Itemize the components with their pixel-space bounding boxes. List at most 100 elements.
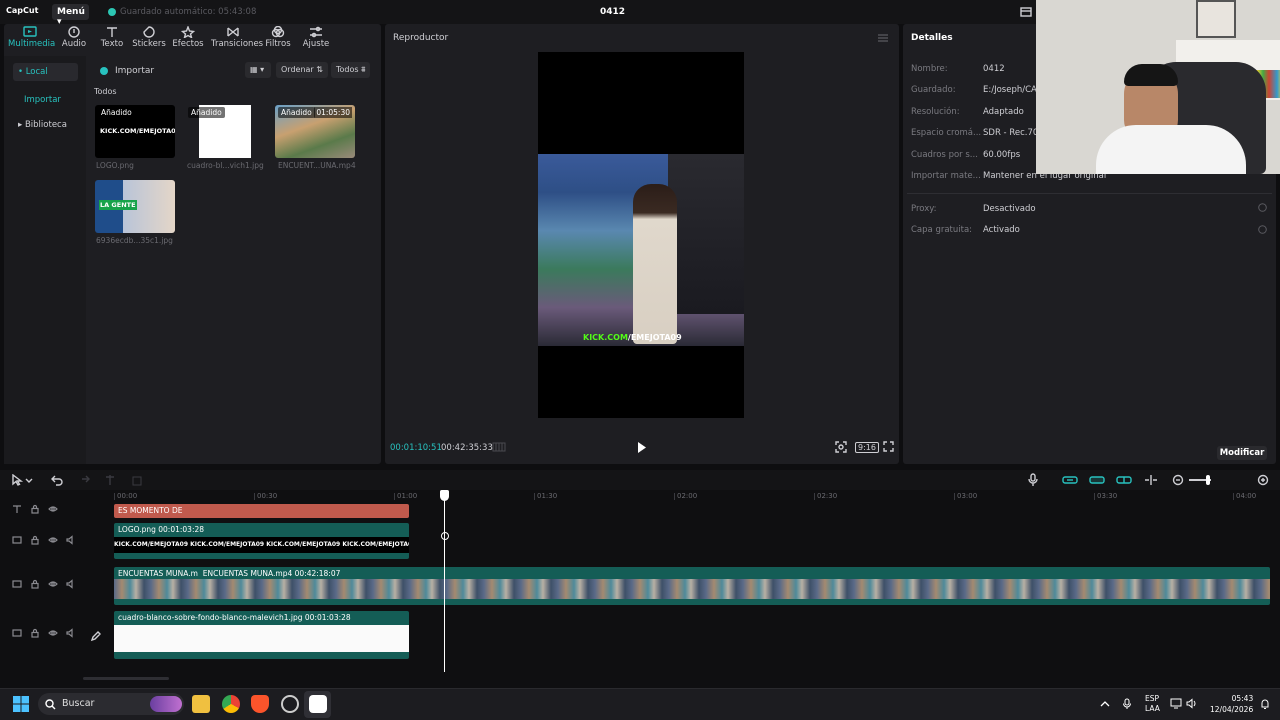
audio-mute-icon[interactable]	[66, 579, 76, 589]
info-icon[interactable]	[1258, 203, 1267, 212]
lock-icon[interactable]	[30, 579, 40, 589]
tab-efectos[interactable]: Efectos	[166, 26, 210, 49]
media-item-image[interactable]: LA GENTE	[95, 180, 175, 233]
undo-icon[interactable]	[51, 474, 63, 486]
timecode-mode-icon[interactable]	[492, 442, 506, 452]
notification-bell-icon[interactable]	[1260, 698, 1270, 710]
edit-cover-icon[interactable]	[90, 630, 102, 642]
timeline-scrollbar[interactable]	[83, 677, 169, 680]
streamer-hair	[1124, 64, 1178, 86]
tab-ajuste[interactable]: Ajuste	[294, 26, 338, 49]
playhead[interactable]	[444, 490, 445, 672]
sort-button[interactable]: Ordenar ⇅	[276, 62, 328, 78]
lock-icon[interactable]	[30, 628, 40, 638]
audio-mute-icon[interactable]	[66, 535, 76, 545]
tab-transiciones[interactable]: Transiciones	[211, 26, 263, 49]
media-item-white[interactable]: Añadido	[185, 105, 265, 158]
app-icon[interactable]	[281, 695, 299, 713]
wall-frame	[1196, 0, 1236, 38]
tab-stickers[interactable]: Stickers	[127, 26, 171, 49]
added-badge: Añadido	[98, 107, 135, 118]
filters-icon	[271, 26, 285, 38]
sidebar-item-import[interactable]: Importar	[13, 91, 78, 109]
file-explorer-icon[interactable]	[192, 695, 210, 713]
import-button[interactable]: Importar	[115, 66, 154, 76]
brave-icon[interactable]	[251, 695, 269, 713]
microphone-tray-icon[interactable]	[1122, 698, 1132, 710]
microphone-icon[interactable]	[1027, 473, 1039, 487]
video-track-icon	[12, 580, 22, 588]
detail-value: 0412	[983, 64, 1005, 74]
filter-button[interactable]: Todos ⩩	[331, 62, 371, 78]
track-header-white	[12, 628, 76, 638]
view-toggle[interactable]: ▦ ▾	[245, 62, 271, 78]
detail-label: Guardado:	[911, 85, 956, 95]
select-tool-icon[interactable]	[11, 474, 33, 486]
chevron-up-icon[interactable]	[1100, 700, 1110, 708]
play-icon[interactable]	[637, 442, 647, 453]
media-item-video[interactable]: Añadido 01:05:30	[275, 105, 355, 158]
delete-icon[interactable]	[131, 474, 143, 486]
white-image-clip[interactable]: cuadro-blanco-sobre-fondo-blanco-malevic…	[114, 611, 409, 659]
ruler-tick: 00:30	[254, 492, 277, 500]
playhead-handle[interactable]	[440, 490, 449, 501]
preview-axis-icon[interactable]	[1116, 475, 1132, 485]
capcut-icon[interactable]	[309, 695, 327, 713]
text-track-icon	[13, 505, 21, 513]
video-duration: 01:05:30	[314, 107, 352, 118]
audio-mute-icon[interactable]	[66, 628, 76, 638]
language-indicator[interactable]: ESP LAA	[1145, 694, 1160, 714]
detail-value: SDR - Rec.709	[983, 128, 1044, 138]
sidebar-item-local[interactable]: • Local	[13, 63, 78, 81]
adjust-icon	[310, 26, 322, 38]
split-icon[interactable]	[104, 474, 116, 486]
zoom-slider-handle[interactable]	[1206, 475, 1210, 485]
tab-label: Ajuste	[302, 39, 330, 49]
layout-icon[interactable]	[1020, 6, 1032, 18]
system-clock[interactable]: 05:43 12/04/2026	[1210, 693, 1253, 715]
zoom-out-icon[interactable]	[1172, 474, 1184, 486]
player-menu-icon[interactable]	[878, 34, 888, 42]
modify-button[interactable]: Modificar	[1217, 446, 1267, 460]
tab-multimedia[interactable]: Multimedia	[8, 26, 55, 49]
ruler-tick: 03:00	[954, 492, 977, 500]
clip-label: LOGO.png 00:01:03:28	[118, 525, 205, 534]
chrome-icon[interactable]	[222, 695, 240, 713]
volume-icon[interactable]	[1186, 698, 1198, 709]
linkage-icon[interactable]	[1089, 475, 1105, 485]
media-item-logo[interactable]: Añadido KICK.COM/EMEJOTA09	[95, 105, 175, 158]
magnet-link-icon[interactable]	[1062, 475, 1078, 485]
menu-button[interactable]: Menú ▾	[52, 4, 89, 27]
eye-icon[interactable]	[48, 535, 58, 545]
tab-label: Filtros	[265, 39, 291, 49]
details-divider	[907, 193, 1272, 194]
split-view-icon[interactable]	[1144, 474, 1158, 486]
windows-start-icon[interactable]	[13, 696, 29, 712]
eye-icon[interactable]	[48, 628, 58, 638]
network-icon[interactable]	[1170, 698, 1182, 709]
watermark-prefix: KICK.COM	[583, 333, 628, 342]
import-icon[interactable]	[100, 67, 108, 75]
filter-label: Todos	[336, 65, 359, 74]
zoom-fit-icon[interactable]	[1257, 474, 1269, 486]
fullscreen-icon[interactable]	[883, 441, 894, 452]
lock-icon[interactable]	[30, 535, 40, 545]
track-header-logo	[12, 535, 76, 545]
text-clip[interactable]: ES MOMENTO DE	[114, 504, 409, 518]
aspect-ratio-button[interactable]: 9:16	[855, 442, 879, 453]
grid-icon: ▦ ▾	[250, 65, 265, 74]
lock-icon[interactable]	[30, 504, 40, 514]
eye-icon[interactable]	[48, 579, 58, 589]
redo-icon[interactable]	[78, 474, 90, 486]
clock-time: 05:43	[1231, 694, 1254, 703]
main-video-clip[interactable]: ENCUENTAS MUNA.m ENCUENTAS MUNA.mp4 00:4…	[114, 567, 1270, 605]
eye-icon[interactable]	[48, 504, 58, 514]
fit-frame-icon[interactable]	[835, 441, 847, 453]
detail-value: Desactivado	[983, 204, 1036, 214]
effects-icon	[181, 26, 195, 38]
logo-clip[interactable]: LOGO.png 00:01:03:28 KICK.COM/EMEJOTA09 …	[114, 523, 409, 559]
sidebar-item-library[interactable]: ▸ Biblioteca	[13, 116, 78, 134]
webcam-overlay	[1036, 0, 1280, 174]
info-icon[interactable]	[1258, 225, 1267, 234]
clock-date: 12/04/2026	[1210, 705, 1254, 714]
